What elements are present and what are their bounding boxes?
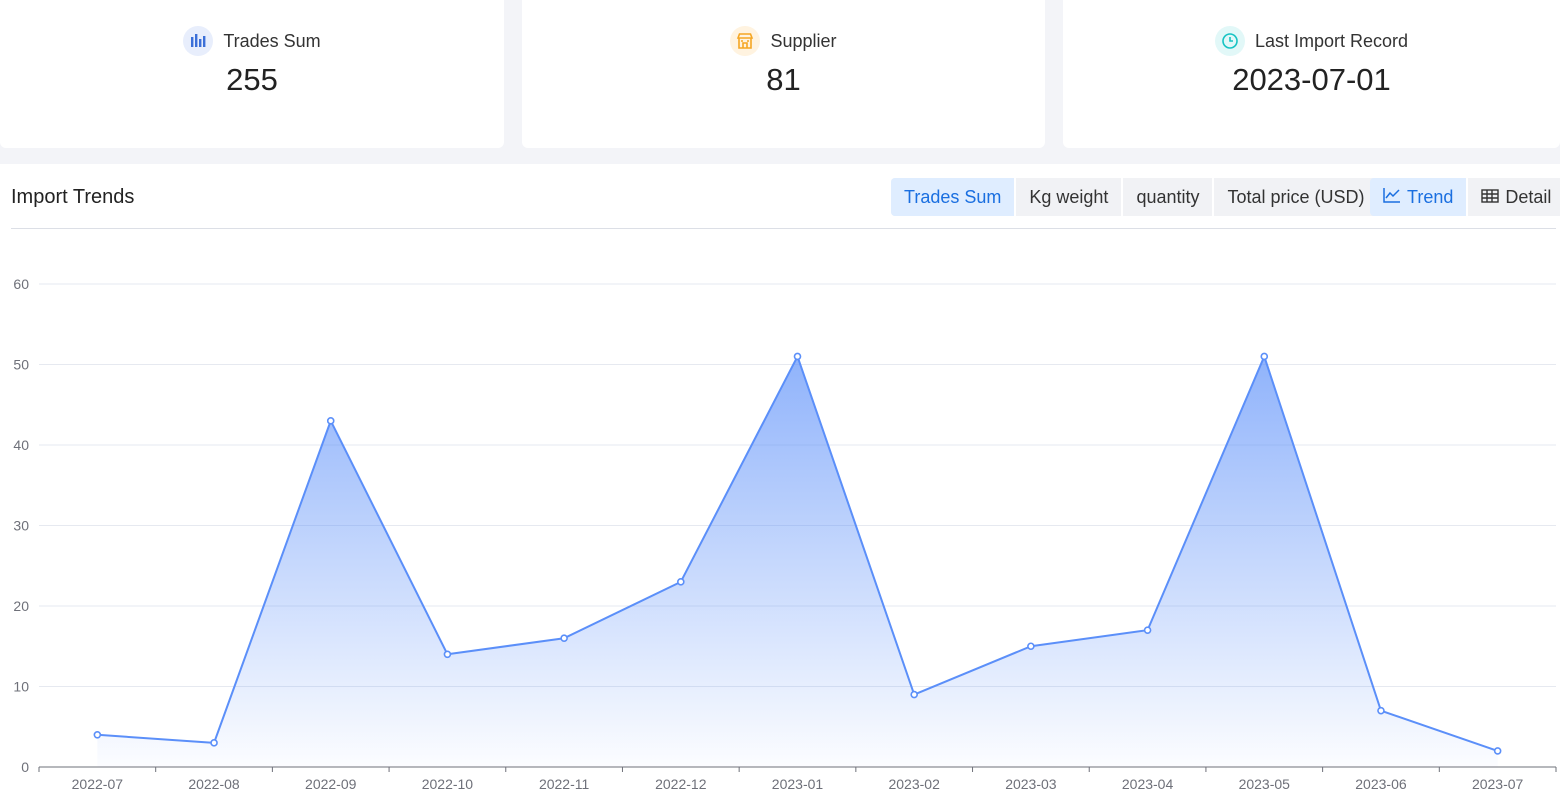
y-tick-label: 10: [13, 679, 29, 695]
y-tick-label: 50: [13, 357, 29, 373]
series-area: [97, 356, 1498, 767]
x-tick-label: 2023-02: [888, 776, 940, 792]
x-tick-label: 2023-04: [1122, 776, 1174, 792]
y-tick-label: 30: [13, 518, 29, 534]
supplier-value: 81: [766, 62, 801, 97]
clock-icon: [1214, 26, 1245, 56]
x-tick-label: 2023-07: [1472, 776, 1524, 792]
summary-cards: Trades Sum 255 Supplier 81 Last Import R…: [0, 0, 1560, 150]
data-point: [326, 417, 335, 425]
last-import-label: Last Import Record: [1254, 30, 1409, 51]
data-point: [93, 730, 102, 739]
data-point: [210, 739, 218, 747]
data-point: [1143, 626, 1152, 634]
data-point: [1493, 747, 1502, 755]
x-tick-label: 2022-10: [422, 776, 474, 792]
y-tick-label: 60: [13, 276, 29, 292]
last-import-card: Last Import Record 2023-07-01: [1063, 0, 1560, 148]
data-point: [1027, 642, 1035, 651]
data-point: [677, 578, 685, 586]
y-tick-label: 0: [21, 759, 29, 775]
x-tick-label: 2023-03: [1005, 776, 1057, 792]
supplier-label: Supplier: [770, 30, 837, 51]
trades-sum-card: Trades Sum 255: [0, 0, 504, 148]
storefront-icon: [730, 26, 761, 56]
data-point: [1377, 706, 1385, 715]
x-tick-label: 2023-05: [1239, 776, 1291, 792]
data-point: [793, 352, 802, 361]
trades-sum-label: Trades Sum: [223, 30, 321, 51]
x-tick-label: 2022-08: [188, 776, 240, 792]
trades-sum-value: 255: [226, 62, 278, 97]
import-trends-panel: Import Trends Trades Sum Kg weight quant…: [0, 164, 1560, 805]
import-trends-chart: 0 10 20 30 40 50 60 2022-07 2022-08 2022-09 2022-1…: [13, 276, 1557, 792]
x-tick-label: 2023-01: [772, 776, 824, 792]
bar-chart-icon: [183, 26, 214, 56]
data-point: [1260, 352, 1269, 361]
data-point: [443, 650, 452, 659]
data-point: [910, 690, 918, 699]
x-tick-label: 2022-07: [72, 776, 124, 792]
last-import-value: 2023-07-01: [1232, 62, 1391, 97]
supplier-card: Supplier 81: [522, 0, 1045, 148]
x-tick-label: 2022-11: [539, 776, 590, 792]
data-point: [560, 634, 568, 643]
x-tick-label: 2022-09: [305, 776, 357, 792]
x-tick-label: 2023-06: [1355, 776, 1407, 792]
x-tick-label: 2022-12: [655, 776, 707, 792]
y-tick-label: 40: [13, 437, 29, 453]
y-tick-label: 20: [13, 598, 29, 614]
